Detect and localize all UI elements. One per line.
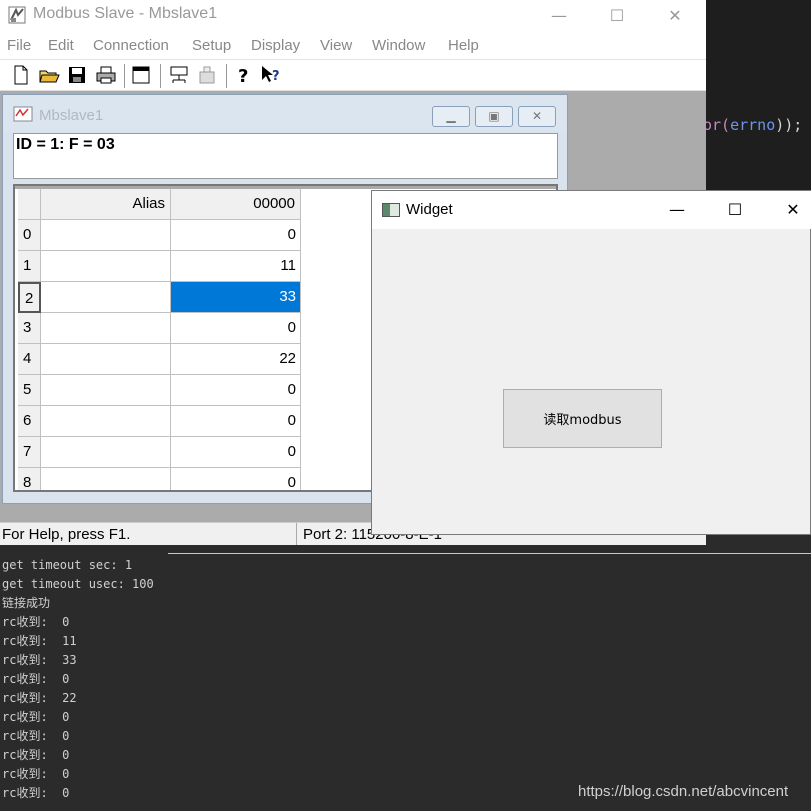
console-line: rc收到: 0 <box>2 710 70 724</box>
alias-cell[interactable] <box>41 220 171 251</box>
alias-cell[interactable] <box>41 282 171 313</box>
toolbar-separator <box>160 64 161 88</box>
alias-column-header[interactable]: Alias <box>41 189 171 220</box>
row-header: 7 <box>18 437 41 468</box>
console-log: get timeout sec: 1 get timeout usec: 100 链… <box>2 556 154 803</box>
row-header: 8 <box>18 468 41 490</box>
slave-id-function-label: ID = 1: F = 03 <box>16 136 115 153</box>
toolbar-separator <box>226 64 227 88</box>
menu-help[interactable]: Help <box>448 37 479 54</box>
code-variable: errno <box>730 116 776 134</box>
register-value-cell[interactable]: 0 <box>171 313 301 344</box>
register-value-cell[interactable]: 0 <box>171 468 301 490</box>
row-header: 5 <box>18 375 41 406</box>
svg-text:?: ? <box>272 69 280 84</box>
console-line: rc收到: 0 <box>2 615 70 629</box>
console-line: rc收到: 11 <box>2 634 77 648</box>
console-divider <box>168 553 811 554</box>
alias-cell[interactable] <box>41 406 171 437</box>
print-icon[interactable] <box>95 64 117 86</box>
console-line: rc收到: 0 <box>2 786 70 800</box>
alias-cell[interactable] <box>41 251 171 282</box>
code-prefix: or( <box>703 116 731 134</box>
console-line: rc收到: 0 <box>2 767 70 781</box>
child-title-bar[interactable]: Mbslave1 ▁ ▣ ✕ <box>3 95 567 131</box>
menu-display[interactable]: Display <box>251 37 300 54</box>
register-value-cell[interactable]: 0 <box>171 406 301 437</box>
widget-window: Widget — ☐ ✕ 读取modbus <box>371 190 811 535</box>
menu-bar: File Edit Connection Setup Display View … <box>0 31 706 60</box>
console-line: rc收到: 33 <box>2 653 77 667</box>
window-title: Modbus Slave - Mbslave1 <box>33 5 218 22</box>
console-line: get timeout usec: 100 <box>2 577 154 591</box>
menu-connection[interactable]: Connection <box>93 37 169 54</box>
child-minimize-button[interactable]: ▁ <box>432 106 470 127</box>
child-window-icon <box>13 106 33 122</box>
alias-cell[interactable] <box>41 468 171 490</box>
disconnect-icon[interactable] <box>196 64 218 86</box>
register-value-cell-selected[interactable]: 33 <box>171 282 301 313</box>
alias-cell[interactable] <box>41 375 171 406</box>
minimize-button[interactable]: — <box>530 0 588 31</box>
code-suffix: )); <box>775 116 803 134</box>
register-value-cell[interactable]: 0 <box>171 375 301 406</box>
console-line: rc收到: 0 <box>2 729 70 743</box>
register-value-cell[interactable]: 22 <box>171 344 301 375</box>
open-folder-icon[interactable] <box>38 64 60 86</box>
console-line: rc收到: 0 <box>2 672 70 686</box>
row-header: 0 <box>18 220 41 251</box>
register-value-cell[interactable]: 0 <box>171 437 301 468</box>
window-icon[interactable] <box>130 64 152 86</box>
row-header-current: 2 <box>18 282 41 313</box>
grid-corner-cell <box>18 189 41 220</box>
toolbar-separator <box>124 64 125 88</box>
row-header: 4 <box>18 344 41 375</box>
widget-title: Widget <box>406 201 453 218</box>
row-header: 3 <box>18 313 41 344</box>
console-line: rc收到: 0 <box>2 748 70 762</box>
new-file-icon[interactable] <box>10 64 32 86</box>
alias-cell[interactable] <box>41 313 171 344</box>
menu-window[interactable]: Window <box>372 37 425 54</box>
modbus-app-icon <box>8 6 26 24</box>
child-window-title: Mbslave1 <box>39 107 104 124</box>
menu-setup[interactable]: Setup <box>192 37 231 54</box>
row-header: 1 <box>18 251 41 282</box>
close-button[interactable]: ✕ <box>646 0 704 31</box>
toolbar: ? ? <box>0 60 706 91</box>
connect-icon[interactable] <box>168 64 190 86</box>
widget-minimize-button[interactable]: — <box>648 191 706 229</box>
status-help-text: For Help, press F1. <box>2 526 131 543</box>
code-editor-background <box>706 0 811 190</box>
modbus-title-bar[interactable]: Modbus Slave - Mbslave1 — ☐ ✕ <box>0 0 706 31</box>
alias-cell[interactable] <box>41 437 171 468</box>
widget-maximize-button[interactable]: ☐ <box>706 191 764 229</box>
context-help-icon[interactable]: ? <box>260 64 282 86</box>
read-modbus-button[interactable]: 读取modbus <box>503 389 662 448</box>
watermark-url: https://blog.csdn.net/abcvincent <box>578 783 789 800</box>
menu-edit[interactable]: Edit <box>48 37 74 54</box>
register-value-cell[interactable]: 0 <box>171 220 301 251</box>
code-snippet: or(errno)); <box>703 116 802 134</box>
widget-close-button[interactable]: ✕ <box>764 191 811 229</box>
widget-app-icon <box>382 203 400 217</box>
console-line: get timeout sec: 1 <box>2 558 133 572</box>
help-icon[interactable]: ? <box>232 64 254 86</box>
widget-title-bar[interactable]: Widget — ☐ ✕ <box>372 191 811 229</box>
console-line: rc收到: 22 <box>2 691 77 705</box>
address-column-header[interactable]: 00000 <box>171 189 301 220</box>
child-close-button[interactable]: ✕ <box>518 106 556 127</box>
menu-view[interactable]: View <box>320 37 352 54</box>
svg-text:?: ? <box>238 66 248 86</box>
row-header: 6 <box>18 406 41 437</box>
console-output-panel: get timeout sec: 1 get timeout usec: 100 链… <box>0 545 811 811</box>
maximize-button[interactable]: ☐ <box>588 0 646 31</box>
slave-id-panel: ID = 1: F = 03 <box>13 133 558 179</box>
save-icon[interactable] <box>66 64 88 86</box>
alias-cell[interactable] <box>41 344 171 375</box>
child-restore-button[interactable]: ▣ <box>475 106 513 127</box>
console-line: 链接成功 <box>2 596 51 610</box>
menu-file[interactable]: File <box>7 37 31 54</box>
register-value-cell[interactable]: 11 <box>171 251 301 282</box>
